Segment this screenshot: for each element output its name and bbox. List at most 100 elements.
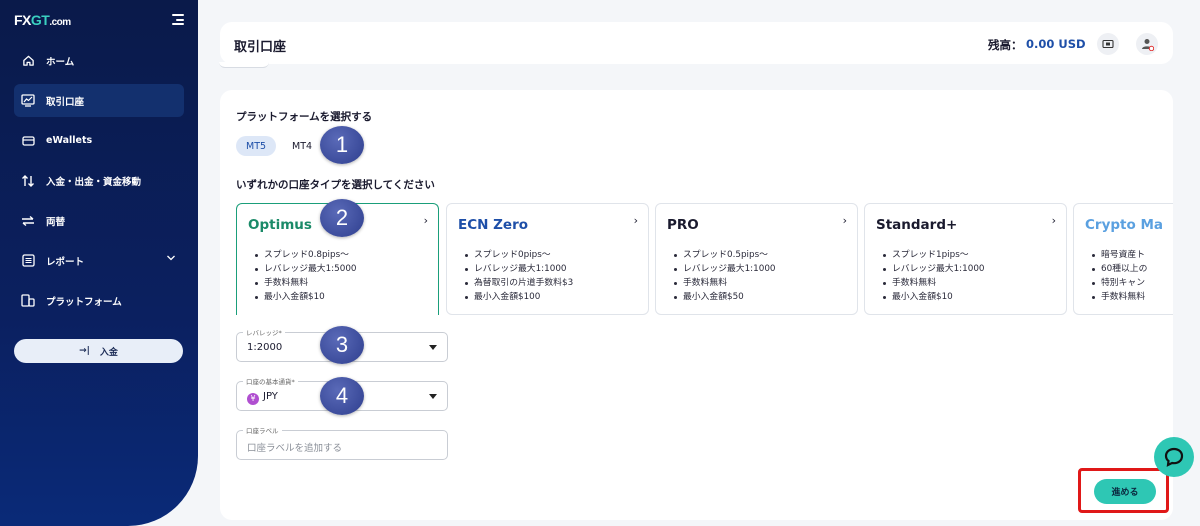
logo-gt: GT: [30, 12, 50, 28]
step-badge-2: 2: [320, 199, 364, 237]
balance-value: 0.00 USD: [1026, 37, 1086, 51]
card-icon: [1102, 39, 1114, 49]
chevron-down-icon: [166, 254, 176, 265]
chevron-right-icon: ›: [1051, 214, 1056, 227]
feature-item: 特別キャン: [1085, 276, 1147, 290]
feature-item: レバレッジ最大1:5000: [248, 262, 357, 276]
step-badge-4: 4: [320, 377, 364, 415]
card-features: スプレッド0.5pips〜 レバレッジ最大1:1000 手数料無料 最小入金額$…: [667, 248, 776, 304]
sidebar-item-reports[interactable]: レポート: [14, 244, 184, 277]
sidebar-item-trading-accounts[interactable]: 取引口座: [14, 84, 184, 117]
login-arrow-icon: →|: [79, 346, 90, 356]
sidebar: FXGT.com ホーム 取引口座 eWallets 入金・出金・資金移動 両替…: [0, 0, 198, 526]
sidebar-item-label: プラットフォーム: [46, 296, 122, 308]
chat-button[interactable]: [1154, 437, 1194, 477]
deposit-label: 入金: [99, 347, 118, 358]
account-label-input[interactable]: 口座ラベル 口座ラベルを追加する: [236, 425, 448, 460]
platform-icon: [20, 293, 36, 309]
card-features: スプレッド1pips〜 レバレッジ最大1:1000 手数料無料 最小入金額$10: [876, 248, 985, 304]
deposit-button[interactable]: →| 入金: [14, 339, 183, 363]
sidebar-item-transfers[interactable]: 入金・出金・資金移動: [14, 164, 184, 197]
highlight-annotation: [1078, 468, 1169, 513]
header-tab-stub: [219, 62, 269, 68]
account-card-standard-plus[interactable]: Standard+ › スプレッド1pips〜 レバレッジ最大1:1000 手数…: [864, 203, 1067, 315]
chevron-right-icon: ›: [633, 214, 638, 227]
currency-code: JPY: [263, 391, 278, 402]
step-badge-3: 3: [320, 326, 364, 364]
card-features: スプレッド0.8pips〜 レバレッジ最大1:5000 手数料無料 最小入金額$…: [248, 248, 357, 304]
currency-label: 口座の基本通貨*: [243, 376, 298, 386]
feature-item: スプレッド0.8pips〜: [248, 248, 357, 262]
card-name: ECN Zero: [458, 217, 529, 233]
sidebar-item-label: 入金・出金・資金移動: [46, 176, 142, 188]
wallet-icon: [20, 133, 36, 149]
sidebar-item-label: ホーム: [46, 56, 75, 68]
sidebar-item-home[interactable]: ホーム: [14, 44, 184, 77]
sidebar-item-label: 両替: [46, 216, 66, 228]
account-label-label: 口座ラベル: [243, 425, 282, 435]
feature-item: 手数料無料: [248, 276, 357, 290]
caret-down-icon: [429, 394, 437, 399]
chart-icon: [20, 93, 36, 109]
sidebar-item-ewallets[interactable]: eWallets: [14, 124, 184, 157]
feature-item: レバレッジ最大1:1000: [458, 262, 573, 276]
card-name: Optimus: [248, 217, 312, 233]
sidebar-item-label: 取引口座: [46, 96, 85, 108]
yen-icon: ¥: [247, 392, 259, 405]
sidebar-item-platforms[interactable]: プラットフォーム: [14, 284, 184, 317]
feature-item: 最小入金額$10: [248, 290, 357, 304]
logo-dom: .com: [49, 17, 71, 28]
feature-item: 60種以上の: [1085, 262, 1147, 276]
feature-item: スプレッド1pips〜: [876, 248, 985, 262]
account-card-crypto[interactable]: Crypto Ma 暗号資産ト 60種以上の 特別キャン 手数料無料: [1073, 203, 1173, 315]
card-name: PRO: [667, 217, 699, 233]
caret-down-icon: [429, 345, 437, 350]
leverage-value: 1:2000: [247, 342, 283, 353]
user-icon: [1142, 39, 1154, 51]
feature-item: スプレッド0pips〜: [458, 248, 573, 262]
home-icon: [20, 53, 36, 69]
card-name: Crypto Ma: [1085, 217, 1164, 233]
feature-item: 最小入金額$100: [458, 290, 573, 304]
user-profile-button[interactable]: [1136, 33, 1158, 55]
step-badge-1: 1: [320, 126, 364, 164]
currency-value: ¥ JPY: [247, 391, 278, 405]
account-type-heading: いずれかの口座タイプを選択してください: [236, 179, 435, 191]
sidebar-nav: ホーム 取引口座 eWallets 入金・出金・資金移動 両替 レポート プラッ…: [14, 44, 184, 324]
feature-item: 手数料無料: [876, 276, 985, 290]
feature-item: 最小入金額$10: [876, 290, 985, 304]
account-label-placeholder: 口座ラベルを追加する: [247, 443, 343, 454]
feature-item: 手数料無料: [1085, 290, 1147, 304]
platform-heading: プラットフォームを選択する: [236, 111, 373, 123]
wallet-card-button[interactable]: [1097, 33, 1119, 55]
sidebar-item-exchange[interactable]: 両替: [14, 204, 184, 237]
feature-item: レバレッジ最大1:1000: [876, 262, 985, 276]
feature-item: 為替取引の片道手数料$3: [458, 276, 573, 290]
leverage-label: レバレッジ*: [243, 327, 285, 337]
account-card-ecn-zero[interactable]: ECN Zero › スプレッド0pips〜 レバレッジ最大1:1000 為替取…: [446, 203, 649, 315]
card-features: スプレッド0pips〜 レバレッジ最大1:1000 為替取引の片道手数料$3 最…: [458, 248, 573, 304]
chevron-right-icon: ›: [842, 214, 847, 227]
page-title: 取引口座: [234, 40, 287, 55]
logo-fx: FX: [14, 12, 31, 28]
chat-icon: [1164, 447, 1184, 467]
feature-item: 手数料無料: [667, 276, 776, 290]
feature-item: 暗号資産ト: [1085, 248, 1147, 262]
sidebar-item-label: レポート: [46, 256, 85, 268]
chevron-right-icon: ›: [423, 214, 428, 227]
balance-label: 残高：: [988, 38, 1023, 52]
page-header: 取引口座 残高： 0.00 USD: [220, 22, 1173, 64]
fxgt-logo[interactable]: FXGT.com: [14, 12, 71, 28]
account-type-cards: Optimus › スプレッド0.8pips〜 レバレッジ最大1:5000 手数…: [236, 203, 1173, 315]
feature-item: スプレッド0.5pips〜: [667, 248, 776, 262]
transfer-icon: [20, 173, 36, 189]
card-features: 暗号資産ト 60種以上の 特別キャン 手数料無料: [1085, 248, 1147, 304]
menu-toggle-icon[interactable]: [172, 14, 184, 26]
account-creation-panel: プラットフォームを選択する MT5 MT4 いずれかの口座タイプを選択してくださ…: [220, 90, 1173, 520]
tab-mt4[interactable]: MT4: [282, 136, 322, 156]
exchange-icon: [20, 213, 36, 229]
card-name: Standard+: [876, 217, 958, 233]
account-card-pro[interactable]: PRO › スプレッド0.5pips〜 レバレッジ最大1:1000 手数料無料 …: [655, 203, 858, 315]
tab-mt5[interactable]: MT5: [236, 136, 277, 156]
feature-item: 最小入金額$50: [667, 290, 776, 304]
